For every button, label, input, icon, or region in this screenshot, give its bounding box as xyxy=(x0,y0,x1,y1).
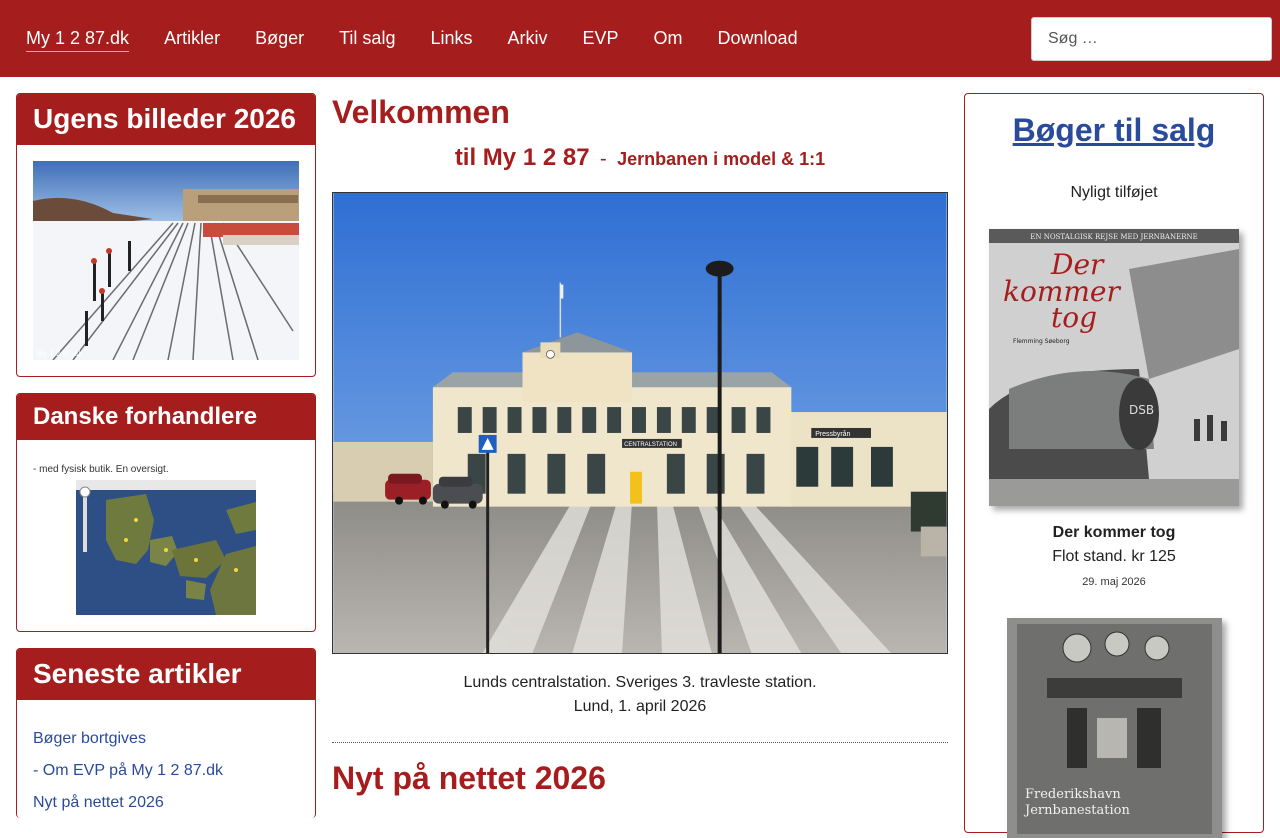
nav-boger[interactable]: Bøger xyxy=(255,27,304,52)
list-item: - Om EVP på My 1 2 87.dk xyxy=(33,755,223,787)
svg-text:EN NOSTALGISK REJSE MED JERNBA: EN NOSTALGISK REJSE MED JERNBANERNE xyxy=(1030,233,1197,241)
hero-caption-line-2: Lund, 1. april 2026 xyxy=(573,698,707,715)
dealers-subtitle: - med fysisk butik. En oversigt. xyxy=(33,464,169,475)
main-nav: My 1 2 87.dk Artikler Bøger Til salg Lin… xyxy=(26,27,833,52)
section-divider xyxy=(332,742,948,743)
book1-title: Der kommer tog xyxy=(1052,524,1176,541)
hero-caption-line-1: Lunds centralstation. Sveriges 3. travle… xyxy=(463,674,817,691)
hero-photo[interactable]: Pressbyrån CENTRALSTATION xyxy=(332,192,948,654)
book-cover-frederikshavn[interactable]: Frederikshavn Jernbanestation xyxy=(1007,618,1222,838)
svg-text:CENTRALSTATION: CENTRALSTATION xyxy=(624,442,677,448)
nav-arkiv[interactable]: Arkiv xyxy=(508,27,548,52)
page-subtitle: til My 1 2 87 - Jernbanen i model & 1:1 xyxy=(332,144,948,172)
latest-articles-widget: Seneste artikler Bøger bortgives - Om EV… xyxy=(16,648,316,818)
hero-caption: Lunds centralstation. Sveriges 3. travle… xyxy=(332,671,948,719)
search-input[interactable] xyxy=(1031,17,1272,61)
weekly-photos-title: Ugens billeder 2026 xyxy=(17,94,315,145)
nav-download[interactable]: Download xyxy=(718,27,798,52)
svg-text:Flemming Søeborg: Flemming Søeborg xyxy=(1013,338,1070,345)
weekly-photos-widget: Ugens billeder 2026 My 1 2 87.dk xyxy=(16,93,316,377)
dealers-title: Danske forhandlere xyxy=(17,394,315,440)
nav-home[interactable]: My 1 2 87.dk xyxy=(26,27,130,52)
svg-text:Jernbanestation: Jernbanestation xyxy=(1023,803,1130,818)
list-item: Nyt på nettet 2026 xyxy=(33,787,223,818)
article-link[interactable]: - Om EVP på My 1 2 87.dk xyxy=(33,762,223,779)
latest-articles-title: Seneste artikler xyxy=(17,649,315,700)
book1-price: Flot stand. kr 125 xyxy=(1052,548,1176,565)
svg-text:My 1 2 87.dk: My 1 2 87.dk xyxy=(36,350,83,358)
subtitle-separator: - xyxy=(600,148,607,170)
news-heading: Nyt på nettet 2026 xyxy=(332,760,606,796)
book-cover-der-kommer-tog[interactable]: EN NOSTALGISK REJSE MED JERNBANERNE Der … xyxy=(989,229,1239,506)
svg-text:Pressbyrån: Pressbyrån xyxy=(815,430,850,438)
books-for-sale-link[interactable]: Bøger til salg xyxy=(965,112,1263,149)
article-link[interactable]: Nyt på nettet 2026 xyxy=(33,794,164,811)
nav-links[interactable]: Links xyxy=(430,27,472,52)
subtitle-tagline: Jernbanen i model & 1:1 xyxy=(617,149,826,169)
page-title: Velkommen xyxy=(332,94,510,130)
latest-articles-list: Bøger bortgives - Om EVP på My 1 2 87.dk… xyxy=(33,723,223,818)
book1-date: 29. maj 2026 xyxy=(1082,576,1146,588)
nav-til-salg[interactable]: Til salg xyxy=(339,27,395,52)
site-header: My 1 2 87.dk Artikler Bøger Til salg Lin… xyxy=(0,0,1280,77)
dealers-map[interactable] xyxy=(76,480,256,615)
article-link[interactable]: Bøger bortgives xyxy=(33,730,146,747)
nav-om[interactable]: Om xyxy=(654,27,683,52)
nav-evp[interactable]: EVP xyxy=(583,27,619,52)
svg-text:tog: tog xyxy=(1051,301,1097,334)
dealers-widget: Danske forhandlere - med fysisk butik. E… xyxy=(16,393,316,632)
svg-text:DSB: DSB xyxy=(1129,403,1154,417)
subtitle-site: til My 1 2 87 xyxy=(454,144,590,171)
list-item: Bøger bortgives xyxy=(33,723,223,755)
books-for-sale-widget: Bøger til salg Nyligt tilføjet EN NOSTAL… xyxy=(964,93,1264,838)
weekly-photo[interactable]: My 1 2 87.dk xyxy=(33,161,299,360)
recently-added-label: Nyligt tilføjet xyxy=(1070,184,1158,201)
nav-artikler[interactable]: Artikler xyxy=(164,27,220,52)
